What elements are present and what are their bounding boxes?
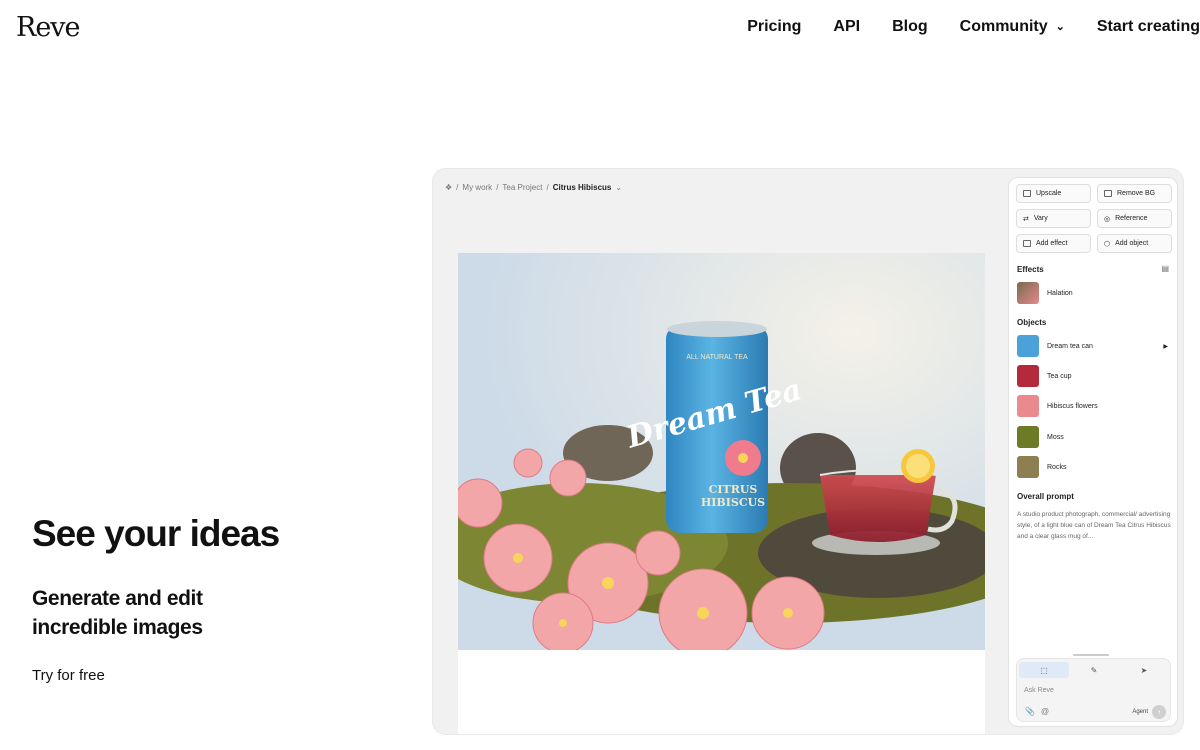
paperclip-icon[interactable]: 📎	[1025, 707, 1035, 716]
add-effect-button[interactable]: Add effect	[1016, 234, 1091, 253]
can-top-text: ALL NATURAL TEA	[686, 354, 748, 361]
breadcrumb: ❖ / My work / Tea Project / Citrus Hibis…	[445, 183, 623, 192]
object-item[interactable]: Hibiscus flowers	[1017, 395, 1172, 417]
upscale-button[interactable]: Upscale	[1016, 184, 1091, 203]
effect-label: Halation	[1047, 289, 1073, 297]
nav-community-menu[interactable]: Community ⌄	[960, 18, 1065, 36]
object-thumbnail	[1017, 456, 1039, 478]
shuffle-icon: ⇄	[1023, 215, 1029, 223]
add-effect-label: Add effect	[1036, 240, 1068, 247]
logo[interactable]: Reve	[16, 12, 81, 43]
product-photo: ALL NATURAL TEA Dream Tea CITRUS HIBISCU…	[458, 253, 985, 650]
panel-drag-handle[interactable]	[1073, 654, 1109, 656]
nav-blog-link[interactable]: Blog	[892, 18, 928, 36]
nav-api-link[interactable]: API	[833, 18, 860, 36]
objects-heading: Objects	[1017, 318, 1047, 327]
effect-icon	[1023, 240, 1031, 247]
hero-title: See your ideas	[32, 513, 280, 554]
add-object-label: Add object	[1115, 240, 1149, 247]
canvas-area	[458, 650, 985, 734]
overall-prompt-text[interactable]: A studio product photograph, commercial/…	[1017, 509, 1175, 542]
remove-bg-label: Remove BG	[1117, 190, 1156, 197]
cursor-icon: ➤	[1140, 665, 1148, 675]
object-label: Hibiscus flowers	[1047, 402, 1098, 410]
upscale-icon	[1023, 190, 1031, 197]
object-item[interactable]: Rocks	[1017, 456, 1172, 478]
vary-button[interactable]: ⇄ Vary	[1016, 209, 1091, 228]
hero-subtitle: Generate and edit incredible images	[32, 587, 203, 639]
breadcrumb-my-work[interactable]: My work	[462, 183, 492, 192]
at-icon[interactable]: @	[1041, 707, 1049, 716]
nav-community-label: Community	[959, 18, 1048, 35]
object-thumbnail	[1017, 335, 1039, 357]
edit-panel: Upscale Remove BG ⇄ Vary ◎ Reference Add e…	[1008, 177, 1178, 727]
effect-item[interactable]: Halation	[1017, 282, 1172, 304]
brush-tool-tab[interactable]: ✎	[1069, 662, 1119, 678]
chevron-down-icon: ⌄	[1055, 21, 1065, 33]
upscale-label: Upscale	[1036, 190, 1062, 197]
effects-heading: Effects	[1017, 265, 1044, 274]
overall-prompt-heading: Overall prompt	[1017, 492, 1074, 501]
chat-box: ⬚ ✎ ➤ Ask Reve 📎 @ Agent ↑	[1016, 658, 1171, 722]
object-label: Dream tea can	[1047, 342, 1093, 350]
start-creating-link[interactable]: Start creating	[1097, 18, 1200, 36]
object-item[interactable]: Tea cup	[1017, 365, 1172, 387]
breadcrumb-current[interactable]: Citrus Hibiscus	[553, 183, 612, 192]
brush-icon: ✎	[1090, 665, 1098, 675]
reference-button[interactable]: ◎ Reference	[1097, 209, 1172, 228]
chevron-down-icon[interactable]: ⌄	[615, 183, 622, 192]
pointer-tool-tab[interactable]: ➤	[1119, 662, 1169, 678]
effect-thumbnail	[1017, 282, 1039, 304]
vary-label: Vary	[1033, 215, 1048, 222]
select-icon: ⬚	[1040, 665, 1048, 675]
object-item[interactable]: Dream tea can ▶	[1017, 335, 1172, 357]
remove-bg-button[interactable]: Remove BG	[1097, 184, 1172, 203]
nav-pricing-link[interactable]: Pricing	[747, 18, 801, 36]
cube-icon: ⬡	[1104, 240, 1111, 248]
object-item[interactable]: Moss	[1017, 426, 1172, 448]
app-screenshot: ❖ / My work / Tea Project / Citrus Hibis…	[432, 168, 1184, 735]
home-icon[interactable]: ❖	[445, 183, 452, 192]
chevron-right-icon[interactable]: ▶	[1163, 343, 1168, 350]
generated-image[interactable]: ALL NATURAL TEA Dream Tea CITRUS HIBISCU…	[458, 253, 985, 650]
remove-bg-icon	[1104, 190, 1112, 197]
send-arrow-icon[interactable]: ↑	[1152, 705, 1166, 719]
can-flavor-line1: CITRUS	[709, 483, 758, 496]
object-thumbnail	[1017, 365, 1039, 387]
object-thumbnail	[1017, 395, 1039, 417]
object-label: Moss	[1047, 433, 1064, 441]
breadcrumb-project[interactable]: Tea Project	[502, 183, 542, 192]
object-thumbnail	[1017, 426, 1039, 448]
ask-input[interactable]: Ask Reve	[1024, 687, 1054, 694]
can-flavor-line2: HIBISCUS	[701, 496, 765, 509]
reference-label: Reference	[1115, 215, 1148, 222]
object-label: Tea cup	[1047, 372, 1072, 380]
select-tool-tab[interactable]: ⬚	[1019, 662, 1069, 678]
agent-toggle[interactable]: Agent	[1132, 709, 1148, 715]
nav-links: Pricing API Blog Community ⌄ Start creati…	[747, 18, 1200, 36]
try-for-free-link[interactable]: Try for free	[32, 667, 105, 684]
effects-settings-icon[interactable]: ▤	[1161, 264, 1169, 273]
add-object-button[interactable]: ⬡ Add object	[1097, 234, 1172, 253]
reference-icon: ◎	[1104, 215, 1111, 223]
object-label: Rocks	[1047, 463, 1067, 471]
top-nav: Reve Pricing API Blog Community ⌄ Start c…	[0, 0, 1200, 56]
